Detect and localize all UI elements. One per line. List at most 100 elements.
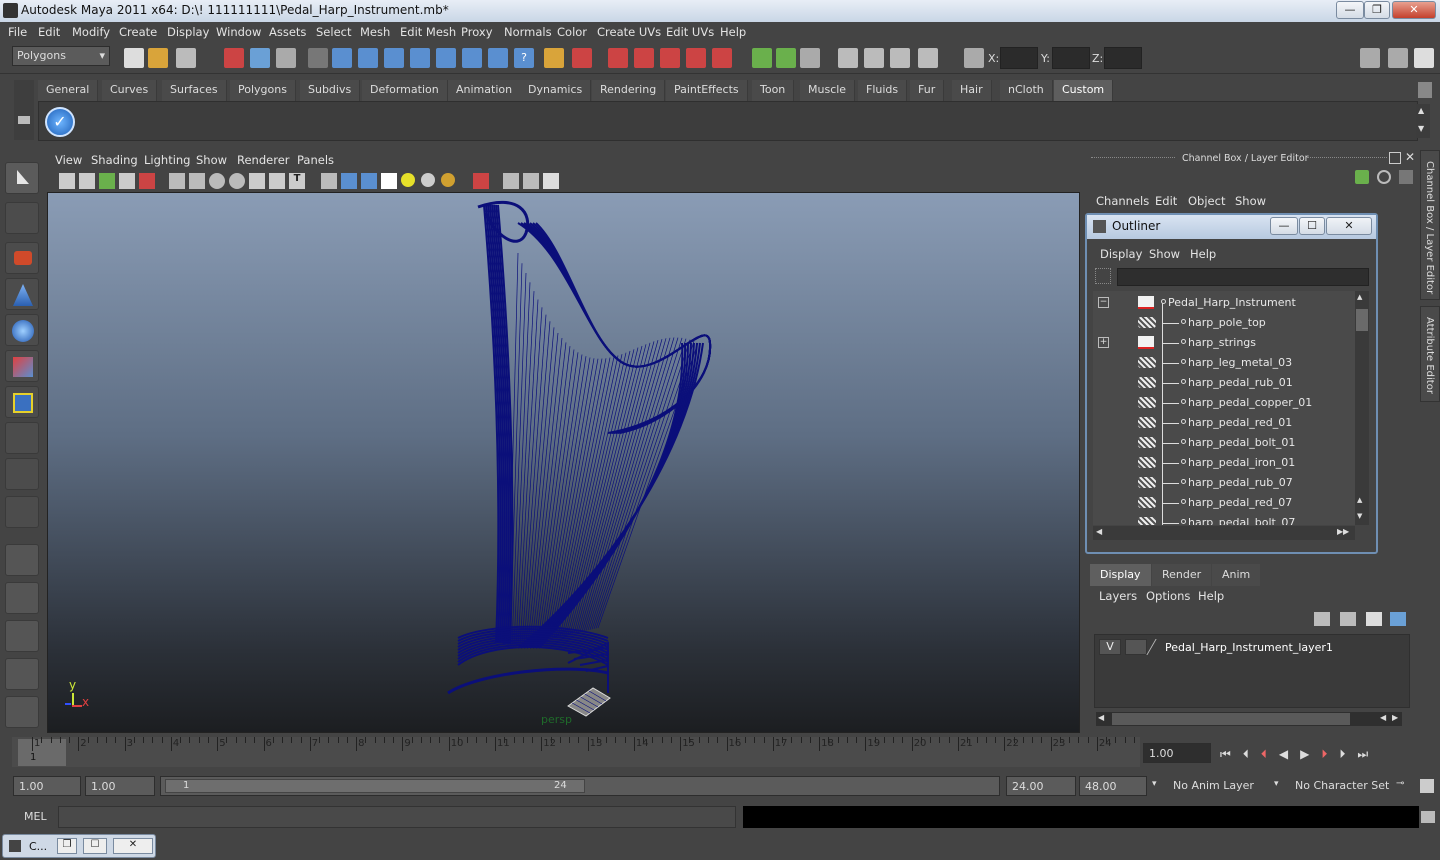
layer-hscroll[interactable]: ◀ ◀ ▶ [1096, 712, 1402, 726]
outliner-row[interactable]: harp_pedal_red_07 [1093, 493, 1353, 513]
outliner-close-button[interactable]: ✕ [1326, 217, 1372, 235]
outliner-row[interactable]: harp_pole_top [1093, 313, 1353, 333]
ipr-render-icon[interactable] [660, 48, 680, 68]
vp-menu-renderer[interactable]: Renderer [237, 153, 290, 167]
film-gate-icon[interactable] [189, 173, 205, 189]
batch-render-icon[interactable] [776, 48, 796, 68]
xray-icon[interactable] [503, 173, 519, 189]
menu-edit[interactable]: Edit [38, 25, 60, 39]
tab-hair[interactable]: Hair [952, 80, 992, 101]
outliner-menu-show[interactable]: Show [1149, 247, 1180, 261]
shelf-scroll[interactable]: ▲ ▼ [1416, 104, 1430, 138]
menu-file[interactable]: File [8, 25, 27, 39]
character-set-selector[interactable]: No Character Set [1290, 776, 1394, 796]
camera-attributes-icon[interactable] [79, 173, 95, 189]
safe-action-icon[interactable] [269, 173, 285, 189]
menu-color[interactable]: Color [557, 25, 587, 39]
outliner-vscroll-thumb[interactable] [1356, 309, 1368, 331]
anim-layer-selector[interactable]: No Anim Layer [1168, 776, 1270, 796]
outliner-layout-icon[interactable] [5, 620, 39, 652]
outliner-minimize-button[interactable]: — [1270, 217, 1298, 235]
close-icon[interactable]: ✕ [113, 838, 153, 854]
go-to-start-icon[interactable]: ⏮ [1220, 747, 1243, 761]
y-input[interactable] [1052, 47, 1090, 69]
rotate-tool-icon[interactable] [5, 314, 39, 346]
play-backward-icon[interactable]: ◀ [1279, 747, 1300, 761]
menu-create[interactable]: Create [119, 25, 157, 39]
layer-menu-layers[interactable]: Layers [1099, 589, 1137, 603]
menu-edit-mesh[interactable]: Edit Mesh [400, 25, 456, 39]
snap-plane-icon[interactable] [410, 48, 430, 68]
step-back-frame-icon[interactable]: ⏴ [1243, 747, 1261, 761]
snap-curve-icon[interactable] [358, 48, 378, 68]
minimized-window-item[interactable]: C... ❐ ☐ ✕ [2, 834, 156, 858]
layer-visibility-toggle[interactable]: V [1099, 639, 1121, 655]
output-history-icon[interactable] [488, 48, 508, 68]
layer-tab-display[interactable]: Display [1090, 564, 1151, 586]
transform-mode-icon[interactable] [964, 48, 984, 68]
bookmark-icon[interactable] [99, 173, 115, 189]
mel-command-input[interactable] [58, 806, 736, 828]
pin-icon[interactable] [1399, 170, 1413, 184]
camera-select-icon[interactable] [59, 173, 75, 189]
menu-display[interactable]: Display [167, 25, 209, 39]
all-lights-icon[interactable] [421, 173, 435, 187]
playback-start-field[interactable]: 1.00 [85, 776, 155, 796]
outliner-filter-icon[interactable] [1095, 268, 1111, 284]
tab-surfaces[interactable]: Surfaces [162, 80, 227, 101]
trash-icon[interactable] [1418, 82, 1432, 98]
help-question-icon[interactable]: ? [514, 48, 534, 68]
menu-window[interactable]: Window [216, 25, 261, 39]
new-scene-icon[interactable] [124, 48, 144, 68]
menu-help[interactable]: Help [720, 25, 746, 39]
safe-title-icon[interactable]: T [289, 173, 305, 189]
new-layer-icon[interactable] [1366, 612, 1382, 626]
tab-custom[interactable]: Custom [1054, 80, 1114, 101]
select-tool-icon[interactable] [5, 162, 39, 194]
menu-select[interactable]: Select [316, 25, 351, 39]
outliner-row[interactable]: harp_pedal_rub_01 [1093, 373, 1353, 393]
outliner-row[interactable]: harp_pedal_bolt_01 [1093, 433, 1353, 453]
close-button[interactable]: ✕ [1392, 1, 1436, 19]
outliner-row[interactable]: harp_pedal_rub_07 [1093, 473, 1353, 493]
clipboard-icon[interactable] [800, 48, 820, 68]
play-forward-icon[interactable]: ▶ [1300, 747, 1321, 761]
range-slider[interactable]: 1 24 [160, 776, 1000, 796]
wireframe-on-shaded-icon[interactable] [361, 173, 377, 189]
range-slider-handle[interactable] [165, 779, 585, 793]
tab-deformation[interactable]: Deformation [362, 80, 448, 101]
open-scene-icon[interactable] [148, 48, 168, 68]
outliner-menu-display[interactable]: Display [1100, 247, 1142, 261]
tab-fluids[interactable]: Fluids [858, 80, 908, 101]
textured-icon[interactable] [381, 173, 397, 189]
outliner-menu-help[interactable]: Help [1190, 247, 1216, 261]
render-frame-icon[interactable] [634, 48, 654, 68]
last-tool-icon[interactable] [5, 496, 39, 528]
new-layer-selected-icon[interactable] [1390, 612, 1406, 626]
smooth-shading-icon[interactable] [341, 173, 357, 189]
layer-type-toggle[interactable] [1125, 639, 1147, 655]
selection-highlight-icon[interactable] [572, 48, 592, 68]
shelf-menu-handle[interactable] [14, 80, 34, 140]
channel-filter-icon[interactable] [1355, 170, 1369, 184]
lasso-tool-icon[interactable] [5, 202, 39, 234]
four-pane-layout-icon[interactable] [5, 582, 39, 614]
move-layer-up-icon[interactable] [1314, 612, 1330, 626]
grid-toggle-icon[interactable] [169, 173, 185, 189]
attribute-editor-side-tab[interactable]: Attribute Editor [1420, 306, 1440, 402]
lock-icon[interactable] [544, 48, 564, 68]
outliner-row[interactable]: harp_pedal_red_01 [1093, 413, 1353, 433]
layer-menu-help[interactable]: Help [1198, 589, 1224, 603]
menu-normals[interactable]: Normals [504, 25, 552, 39]
script-editor-icon[interactable] [1421, 811, 1435, 823]
checkmark-shelf-icon[interactable]: ✓ [45, 107, 75, 137]
show-manipulator-icon[interactable] [5, 458, 39, 490]
layer-tab-anim[interactable]: Anim [1212, 564, 1261, 586]
tab-muscle[interactable]: Muscle [800, 80, 856, 101]
film-icon[interactable] [838, 48, 858, 68]
show-channel-box-icon[interactable] [1414, 48, 1434, 68]
float-panel-icon[interactable] [1389, 152, 1401, 164]
tree-expander-icon[interactable]: − [1098, 297, 1109, 308]
field-chart-icon[interactable] [249, 173, 265, 189]
minimize-button[interactable]: — [1336, 1, 1364, 19]
